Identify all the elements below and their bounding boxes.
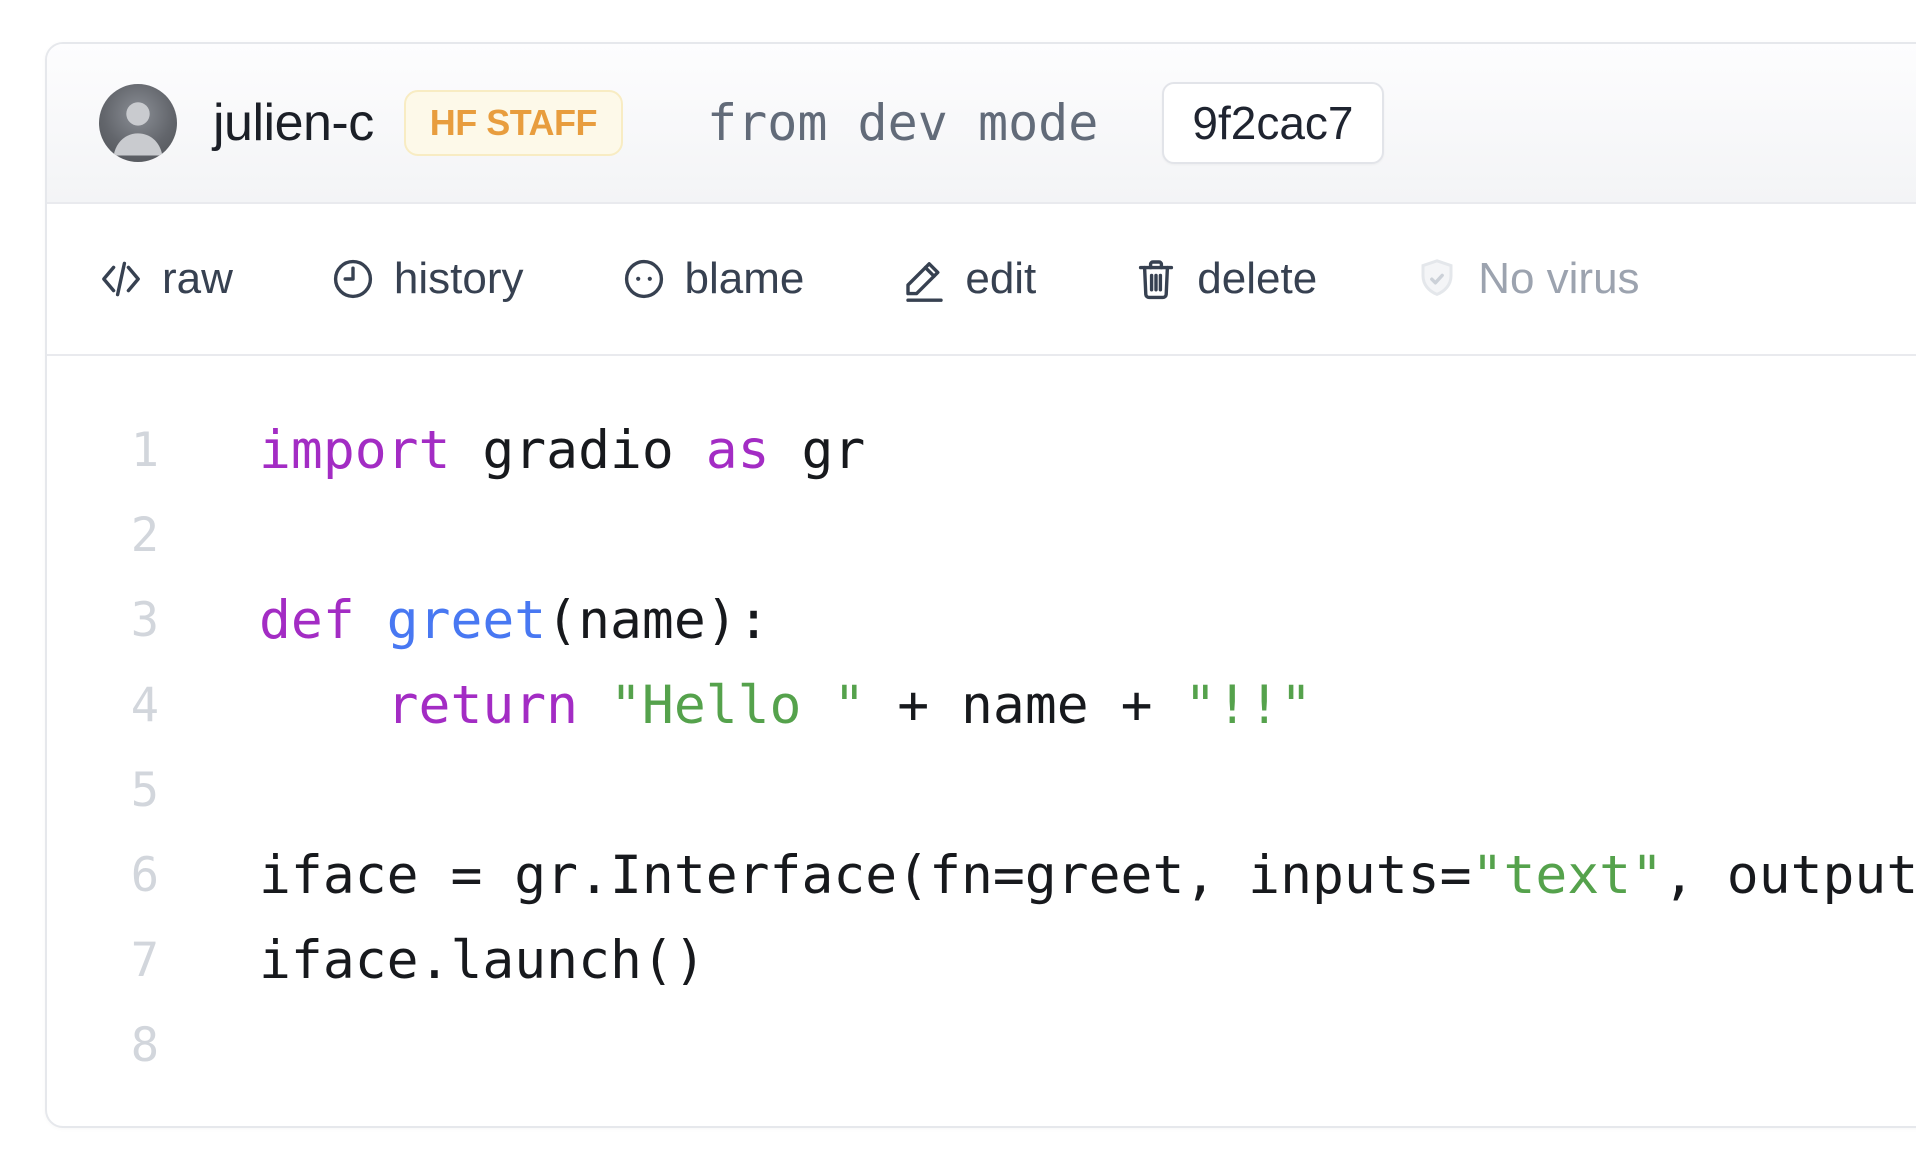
- line-number[interactable]: 7: [47, 933, 159, 988]
- line-number[interactable]: 4: [47, 678, 159, 733]
- face-icon: [620, 255, 668, 303]
- line-content: iface = gr.Interface(fn=greet, inputs="t…: [259, 845, 1916, 906]
- code-token: iface = gr.Interface(fn=greet, inputs=: [259, 845, 1472, 906]
- code-token: gradio: [450, 420, 705, 481]
- code-line: 2: [47, 493, 1916, 578]
- toolbar-item-raw[interactable]: raw: [97, 254, 233, 304]
- line-number[interactable]: 6: [47, 848, 159, 903]
- file-toolbar: raw history blame edit delete No virus: [47, 204, 1916, 356]
- code-token: as: [706, 420, 770, 481]
- commit-header: julien-c HF STAFF from dev mode 9f2cac7: [47, 44, 1916, 204]
- line-number[interactable]: 8: [47, 1018, 159, 1073]
- code-icon: [97, 255, 145, 303]
- commit-author[interactable]: julien-c: [213, 93, 374, 153]
- code-token: , output: [1663, 845, 1916, 906]
- code-line: 5: [47, 748, 1916, 833]
- code-token: greet: [387, 590, 547, 651]
- avatar[interactable]: [99, 84, 177, 162]
- code-line: 3 def greet(name):: [47, 578, 1916, 663]
- code-line: 4 return "Hello " + name + "!!": [47, 663, 1916, 748]
- toolbar-item-edit[interactable]: edit: [900, 254, 1036, 304]
- code-line: 8: [47, 1003, 1916, 1088]
- code-token: + name +: [865, 675, 1184, 736]
- line-number[interactable]: 2: [47, 508, 159, 563]
- code-line: 1 import gradio as gr: [47, 408, 1916, 493]
- code-token: gr: [770, 420, 866, 481]
- code-viewer: 1 import gradio as gr 2 3 def greet(name…: [47, 356, 1916, 1088]
- commit-message[interactable]: from dev mode: [707, 94, 1098, 152]
- line-number[interactable]: 1: [47, 423, 159, 478]
- code-token: [259, 675, 387, 736]
- file-viewer-card: julien-c HF STAFF from dev mode 9f2cac7 …: [45, 42, 1916, 1128]
- virus-status-label: No virus: [1478, 254, 1639, 304]
- pencil-icon: [900, 255, 948, 303]
- toolbar-items: raw history blame edit delete: [97, 254, 1413, 304]
- virus-status: No virus: [1413, 254, 1639, 304]
- line-number[interactable]: 5: [47, 763, 159, 818]
- code-token: "Hello ": [610, 675, 865, 736]
- line-content: def greet(name):: [259, 590, 770, 651]
- code-line: 7 iface.launch(): [47, 918, 1916, 1003]
- code-token: import: [259, 420, 450, 481]
- shield-check-icon: [1413, 255, 1461, 303]
- toolbar-item-blame[interactable]: blame: [620, 254, 805, 304]
- line-content: return "Hello " + name + "!!": [259, 675, 1312, 736]
- toolbar-item-delete[interactable]: delete: [1132, 254, 1317, 304]
- code-token: return: [387, 675, 578, 736]
- code-token: iface.launch(): [259, 930, 706, 991]
- code-token: [355, 590, 387, 651]
- trash-icon: [1132, 255, 1180, 303]
- code-token: def: [259, 590, 355, 651]
- line-content: iface.launch(): [259, 930, 706, 991]
- line-content: import gradio as gr: [259, 420, 865, 481]
- toolbar-item-history[interactable]: history: [329, 254, 524, 304]
- code-token: "text": [1472, 845, 1663, 906]
- person-silhouette-icon: [99, 84, 177, 162]
- line-number[interactable]: 3: [47, 593, 159, 648]
- code-token: (name):: [546, 590, 769, 651]
- commit-hash[interactable]: 9f2cac7: [1162, 82, 1383, 164]
- code-token: "!!": [1184, 675, 1312, 736]
- code-token: [578, 675, 610, 736]
- hf-staff-badge: HF STAFF: [404, 90, 623, 156]
- clock-icon: [329, 255, 377, 303]
- code-line: 6 iface = gr.Interface(fn=greet, inputs=…: [47, 833, 1916, 918]
